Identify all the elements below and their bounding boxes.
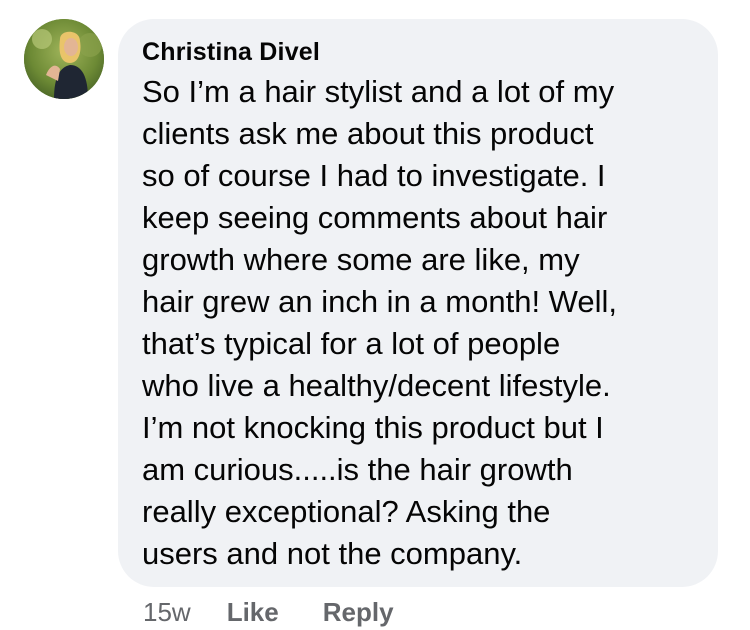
like-button[interactable]: Like (227, 597, 279, 628)
comment-timestamp[interactable]: 15w (143, 597, 191, 628)
avatar[interactable] (24, 19, 104, 99)
comment-line: So I’m a hair stylist and a lot of my (142, 74, 615, 109)
comment-line: I’m not knocking this product but I (142, 410, 604, 445)
comment-line: really exceptional? Asking the (142, 494, 551, 529)
comment-line: am curious.....is the hair growth (142, 452, 573, 487)
comment-line: growth where some are like, my (142, 242, 580, 277)
comment-line: keep seeing comments about hair (142, 200, 608, 235)
comment: Christina Divel So I’m a hair stylist an… (0, 0, 750, 630)
comment-author[interactable]: Christina Divel (142, 37, 698, 67)
profile-photo (24, 19, 104, 99)
comment-line: clients ask me about this product (142, 116, 594, 151)
comment-line: that’s typical for a lot of people (142, 326, 561, 361)
reply-button[interactable]: Reply (323, 597, 394, 628)
comment-actions: 15w Like Reply (143, 594, 438, 630)
comment-line: users and not the company. (142, 536, 523, 571)
comment-text: So I’m a hair stylist and a lot of my cl… (142, 71, 698, 575)
comment-line: who live a healthy/decent lifestyle. (142, 368, 611, 403)
comment-line: so of course I had to investigate. I (142, 158, 606, 193)
comment-bubble: Christina Divel So I’m a hair stylist an… (118, 19, 718, 587)
comment-line: hair grew an inch in a month! Well, (142, 284, 617, 319)
